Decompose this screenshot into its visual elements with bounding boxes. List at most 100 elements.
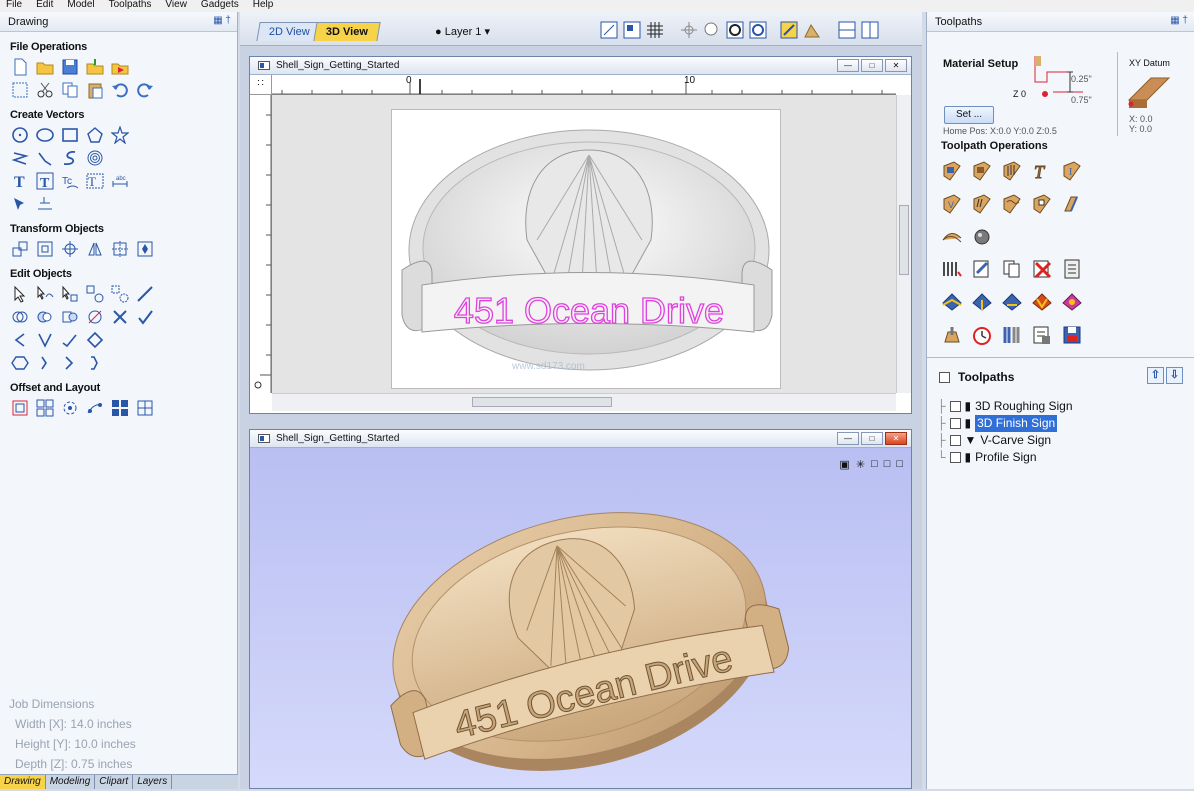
copy-along-vector-icon[interactable] — [86, 399, 104, 417]
layer-dropdown[interactable]: ● Layer 1 ▾ — [435, 25, 490, 38]
copy-icon[interactable] — [61, 81, 79, 99]
list-item[interactable]: ├ ▮ 3D Roughing Sign — [937, 398, 1073, 415]
import-icon[interactable] — [86, 58, 104, 76]
toolpath-summary-icon[interactable] — [1061, 258, 1083, 280]
menu-gadgets[interactable]: Gadgets — [201, 0, 239, 12]
minimize-button[interactable]: — — [837, 432, 859, 445]
text-icon[interactable]: T — [11, 172, 29, 190]
curve-icon[interactable] — [61, 149, 79, 167]
zoom-fit-icon[interactable] — [623, 21, 641, 39]
join-open-icon[interactable] — [11, 331, 29, 349]
join-close-icon[interactable] — [36, 331, 54, 349]
maximize-button[interactable]: □ — [861, 59, 883, 72]
horizontal-scrollbar[interactable] — [272, 393, 896, 411]
zoom-in-icon[interactable] — [726, 21, 744, 39]
subtract-icon[interactable] — [36, 308, 54, 326]
fillet-icon[interactable] — [111, 308, 129, 326]
save-toolpath-icon[interactable] — [1061, 324, 1083, 346]
menu-edit[interactable]: Edit — [36, 0, 53, 12]
tile-windows-icon[interactable] — [838, 21, 856, 39]
select-icon[interactable] — [11, 285, 29, 303]
tab-modeling[interactable]: Modeling — [46, 775, 96, 789]
ungroup-icon[interactable] — [111, 285, 129, 303]
undo-icon[interactable] — [111, 81, 129, 99]
vertical-scrollbar[interactable] — [896, 95, 911, 393]
preview-reset-icon[interactable] — [1001, 291, 1023, 313]
3d-finishing-icon[interactable] — [971, 226, 993, 248]
move-up-icon[interactable]: ⇧ — [1147, 367, 1164, 384]
smart-delete-icon[interactable] — [136, 308, 154, 326]
copy-toolpath-icon[interactable] — [1001, 258, 1023, 280]
close-button[interactable]: ✕ — [885, 59, 907, 72]
dimension-icon[interactable]: abc — [111, 172, 129, 190]
move-down-icon[interactable]: ⇩ — [1166, 367, 1183, 384]
star-icon[interactable] — [111, 126, 129, 144]
polygon-icon[interactable] — [86, 126, 104, 144]
weld-icon[interactable] — [11, 308, 29, 326]
3d-roughing-icon[interactable] — [941, 226, 963, 248]
group-icon[interactable] — [86, 285, 104, 303]
menu-model[interactable]: Model — [67, 0, 94, 12]
3d-viewport[interactable]: ▣ ✳ □ □ □ 451 Ocean Drive — [250, 448, 911, 788]
list-item[interactable]: ├ ▼ V-Carve Sign — [937, 432, 1073, 449]
new-file-icon[interactable] — [11, 58, 29, 76]
menu-toolpaths[interactable]: Toolpaths — [109, 0, 152, 12]
trim-icon[interactable] — [86, 308, 104, 326]
quick-engrave-icon[interactable]: V — [941, 193, 963, 215]
circle-icon[interactable] — [11, 126, 29, 144]
menu-help[interactable]: Help — [253, 0, 274, 12]
pin-icon[interactable]: ▦ † — [1170, 15, 1188, 26]
import-bitmap-icon[interactable] — [111, 58, 129, 76]
toolpath-checkbox[interactable] — [949, 401, 961, 412]
grid-icon[interactable] — [646, 21, 664, 39]
menu-view[interactable]: View — [165, 0, 187, 12]
distort-icon[interactable] — [86, 331, 104, 349]
close-button[interactable]: ✕ — [885, 432, 907, 445]
profile-toolpath-icon[interactable] — [941, 160, 963, 182]
drilling-toolpath-icon[interactable] — [1001, 160, 1023, 182]
toolpath-checkbox[interactable] — [949, 452, 961, 463]
node-edit-icon[interactable] — [36, 285, 54, 303]
intersect-icon[interactable] — [61, 308, 79, 326]
estimate-time-icon[interactable] — [971, 324, 993, 346]
view-axes-icon[interactable]: ✳ — [856, 458, 865, 471]
tab-clipart[interactable]: Clipart — [95, 775, 134, 789]
maximize-button[interactable]: □ — [861, 432, 883, 445]
view-iso-icon[interactable]: ▣ — [839, 458, 849, 471]
toolpaths-visibility-checkbox[interactable] — [939, 371, 950, 383]
text-box-icon[interactable]: T — [36, 172, 54, 190]
spiral-icon[interactable] — [86, 149, 104, 167]
ellipse-icon[interactable] — [36, 126, 54, 144]
center-icon[interactable] — [136, 240, 154, 258]
select-all-icon[interactable] — [11, 81, 29, 99]
inlay-toolpath-icon[interactable] — [1031, 193, 1053, 215]
curve-fit-icon[interactable] — [61, 331, 79, 349]
snap-icon[interactable] — [680, 21, 698, 39]
view-top-icon[interactable]: □ — [871, 458, 878, 471]
view-side-icon[interactable]: □ — [896, 458, 903, 471]
tab-layers[interactable]: Layers — [133, 775, 173, 789]
array-copy-icon[interactable] — [36, 399, 54, 417]
mirror-icon[interactable] — [86, 240, 104, 258]
measure-icon[interactable] — [136, 285, 154, 303]
preview-vcarve-icon[interactable] — [1031, 291, 1053, 313]
prism-toolpath-icon[interactable]: I — [1061, 160, 1083, 182]
open-file-icon[interactable] — [36, 58, 54, 76]
rotate-icon[interactable] — [61, 240, 79, 258]
toolpath-templates-icon[interactable] — [1031, 324, 1053, 346]
toolpath-checkbox[interactable] — [949, 435, 961, 446]
view-front-icon[interactable]: □ — [884, 458, 891, 471]
material-set-button[interactable]: Set ... — [944, 106, 994, 124]
menu-file[interactable]: File — [6, 0, 22, 12]
datum-block-icon[interactable] — [1127, 70, 1171, 115]
merge-toolpaths-icon[interactable] — [941, 324, 963, 346]
texture-toolpath-icon[interactable] — [1001, 193, 1023, 215]
align-icon[interactable] — [111, 240, 129, 258]
tab-2d-view[interactable]: 2D View — [256, 22, 323, 41]
auto-layout-text-icon[interactable]: T — [86, 172, 104, 190]
toolpath-checkbox[interactable] — [949, 418, 961, 429]
vcarve-toolpath-icon[interactable]: T — [1031, 160, 1053, 183]
pocket-toolpath-icon[interactable] — [971, 160, 993, 182]
drawing-canvas[interactable]: 451 Ocean Drive www.sd173.com — [272, 95, 896, 393]
arc-icon[interactable] — [36, 149, 54, 167]
